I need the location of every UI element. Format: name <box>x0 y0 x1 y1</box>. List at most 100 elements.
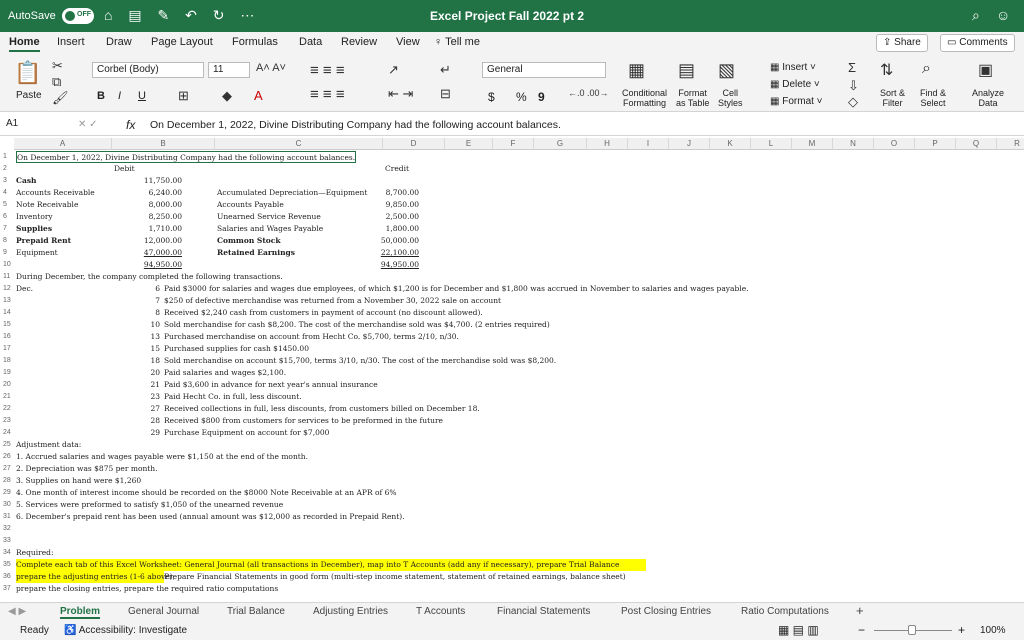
adjustment-item[interactable]: 2. Depreciation was $875 per month. <box>16 463 158 475</box>
transaction-day[interactable]: 20 <box>114 367 160 379</box>
header-debit[interactable]: Debit <box>114 163 135 175</box>
font-family-select[interactable]: Corbel (Body) <box>92 62 204 78</box>
indent-icon[interactable]: ⇤ ⇥ <box>388 86 413 102</box>
row-header[interactable]: 7 <box>0 223 14 235</box>
tab-formulas[interactable]: Formulas <box>232 36 278 48</box>
row-header[interactable]: 10 <box>0 259 14 271</box>
column-header[interactable]: D <box>383 138 445 150</box>
transaction-text[interactable]: Received collections in full, less disco… <box>164 403 480 415</box>
credit-value[interactable]: 8,700.00 <box>357 187 419 199</box>
cancel-enter-icons[interactable]: ✕ ✓ <box>78 119 98 130</box>
autosum-icon[interactable]: Σ <box>848 60 856 75</box>
account-name[interactable]: Prepaid Rent <box>16 235 71 247</box>
column-header[interactable]: Q <box>956 138 997 150</box>
row-header[interactable]: 36 <box>0 571 14 583</box>
sheet-tab-problem[interactable]: Problem <box>60 606 101 619</box>
account-name[interactable]: Supplies <box>16 223 52 235</box>
credit-value[interactable]: 1,800.00 <box>357 223 419 235</box>
adjustment-item[interactable]: 4. One month of interest income should b… <box>16 487 397 499</box>
column-header[interactable]: P <box>915 138 956 150</box>
worksheet-grid[interactable]: ABCDEFGHIJKLMNOPQRS 12345678910111213141… <box>0 138 1024 602</box>
column-header[interactable]: M <box>792 138 833 150</box>
account-icon[interactable]: ☺ <box>996 7 1010 23</box>
row-header[interactable]: 17 <box>0 343 14 355</box>
transaction-text[interactable]: Sold merchandise for cash $8,200. The co… <box>164 319 550 331</box>
document-title[interactable]: Excel Project Fall 2022 pt 2 <box>430 9 584 23</box>
copy-icon[interactable]: ⧉ <box>52 74 61 90</box>
transaction-text[interactable]: Paid $3000 for salaries and wages due em… <box>164 283 749 295</box>
account-name[interactable]: Common Stock <box>217 235 281 247</box>
required-text[interactable]: Complete each tab of this Excel Workshee… <box>16 559 646 571</box>
tab-home[interactable]: Home <box>9 36 40 52</box>
autosave-toggle[interactable]: OFF <box>62 8 94 24</box>
account-name[interactable]: Accounts Payable <box>217 199 284 211</box>
required-text[interactable]: Prepare Financial Statements in good for… <box>164 571 626 583</box>
cell-styles-icon[interactable]: ▧ <box>718 60 735 81</box>
find-select-label[interactable]: Find & Select <box>920 88 946 108</box>
formula-content[interactable]: On December 1, 2022, Divine Distributing… <box>150 119 561 131</box>
adjustment-item[interactable]: 3. Supplies on hand were $1,260 <box>16 475 141 487</box>
row-header[interactable]: 26 <box>0 451 14 463</box>
wrap-text-icon[interactable]: ↵ <box>440 62 451 78</box>
row-header[interactable]: 5 <box>0 199 14 211</box>
number-format-select[interactable]: General <box>482 62 606 78</box>
format-table-label[interactable]: Format as Table <box>676 88 709 108</box>
zoom-in-icon[interactable]: + <box>958 623 965 637</box>
required-text[interactable]: prepare the adjusting entries (1-6 above… <box>16 571 175 583</box>
row-header[interactable]: 30 <box>0 499 14 511</box>
sort-filter-icon[interactable]: ⇅ <box>880 60 893 80</box>
cell-a1[interactable]: On December 1, 2022, Divine Distributing… <box>16 151 357 163</box>
share-button[interactable]: ⇪ Share <box>876 34 928 52</box>
account-name[interactable]: Retained Earnings <box>217 247 295 259</box>
account-name[interactable]: Cash <box>16 175 37 187</box>
transaction-day[interactable]: 18 <box>114 355 160 367</box>
font-grow-icon[interactable]: A˄ A˅ <box>256 62 286 74</box>
credit-value[interactable]: 50,000.00 <box>357 235 419 247</box>
debit-value[interactable]: 8,000.00 <box>114 199 182 211</box>
row-header[interactable]: 9 <box>0 247 14 259</box>
search-icon[interactable]: ⌕ <box>972 7 980 24</box>
row-header[interactable]: 3 <box>0 175 14 187</box>
column-header[interactable]: B <box>112 138 215 150</box>
transactions-heading[interactable]: During December, the company completed t… <box>16 271 283 283</box>
account-name[interactable]: Equipment <box>16 247 58 259</box>
row-header[interactable]: 1 <box>0 151 14 163</box>
fill-icon[interactable]: ⇩ <box>848 78 859 94</box>
fill-color-icon[interactable]: ◆ <box>222 88 232 104</box>
adjustment-item[interactable]: 5. Services were preformed to satisfy $1… <box>16 499 283 511</box>
comments-button[interactable]: ▭ Comments <box>940 34 1015 52</box>
required-heading[interactable]: Required: <box>16 547 53 559</box>
sort-filter-label[interactable]: Sort & Filter <box>880 88 905 108</box>
month-label[interactable]: Dec. <box>16 283 33 295</box>
clear-icon[interactable]: ◇ <box>848 94 858 110</box>
row-header[interactable]: 15 <box>0 319 14 331</box>
adjustment-heading[interactable]: Adjustment data: <box>16 439 81 451</box>
analyze-data-icon[interactable]: ▣ <box>978 60 993 80</box>
view-mode-icons[interactable]: ▦ ▤ ▥ <box>778 623 819 637</box>
transaction-text[interactable]: Paid $3,600 in advance for next year's a… <box>164 379 378 391</box>
currency-button[interactable]: $ <box>488 90 495 104</box>
format-table-icon[interactable]: ▤ <box>678 60 695 81</box>
transaction-day[interactable]: 13 <box>114 331 160 343</box>
transaction-text[interactable]: $250 of defective merchandise was return… <box>164 295 501 307</box>
tab-draw[interactable]: Draw <box>106 36 132 48</box>
account-name[interactable]: Unearned Service Revenue <box>217 211 321 223</box>
column-header[interactable]: N <box>833 138 874 150</box>
transaction-text[interactable]: Purchased supplies for cash $1450.00 <box>164 343 309 355</box>
column-header[interactable]: J <box>669 138 710 150</box>
row-header[interactable]: 16 <box>0 331 14 343</box>
cell-styles-label[interactable]: Cell Styles <box>718 88 743 108</box>
column-header[interactable]: E <box>445 138 493 150</box>
row-header[interactable]: 14 <box>0 307 14 319</box>
row-header[interactable]: 25 <box>0 439 14 451</box>
transaction-text[interactable]: Received $800 from customers for service… <box>164 415 443 427</box>
tab-data[interactable]: Data <box>299 36 322 48</box>
row-header[interactable]: 34 <box>0 547 14 559</box>
column-header[interactable]: R <box>997 138 1024 150</box>
row-header[interactable]: 18 <box>0 355 14 367</box>
transaction-day[interactable]: 15 <box>114 343 160 355</box>
row-header[interactable]: 28 <box>0 475 14 487</box>
debit-value[interactable]: 12,000.00 <box>114 235 182 247</box>
column-header[interactable]: G <box>534 138 587 150</box>
transaction-day[interactable]: 7 <box>114 295 160 307</box>
